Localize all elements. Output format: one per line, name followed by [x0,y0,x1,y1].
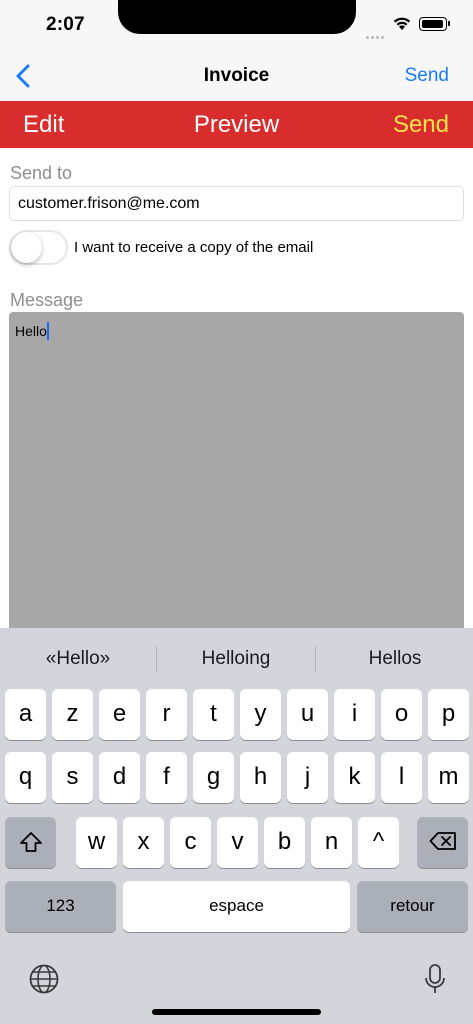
key-x[interactable]: x [123,817,164,868]
space-key[interactable]: espace [123,881,350,932]
key-h[interactable]: h [240,752,281,803]
key-caret[interactable]: ^ [358,817,399,868]
key-o[interactable]: o [381,689,422,740]
key-f[interactable]: f [146,752,187,803]
key-i[interactable]: i [334,689,375,740]
key-n[interactable]: n [311,817,352,868]
copy-email-toggle[interactable] [9,230,68,265]
cellular-signal-icon [366,26,386,44]
return-key[interactable]: retour [357,881,468,932]
page-title: Invoice [203,65,270,86]
key-y[interactable]: y [240,689,281,740]
suggestion-3[interactable]: Hellos [320,648,470,670]
message-textarea[interactable]: Hello [9,312,464,632]
key-w[interactable]: w [76,817,117,868]
key-q[interactable]: q [5,752,46,803]
key-r[interactable]: r [146,689,187,740]
suggestion-divider [315,646,316,672]
key-b[interactable]: b [264,817,305,868]
wifi-icon [393,17,411,30]
key-v[interactable]: v [217,817,258,868]
key-c[interactable]: c [170,817,211,868]
email-form: Send to customer.frison@me.com I want to… [0,148,473,632]
key-t[interactable]: t [193,689,234,740]
email-field[interactable]: customer.frison@me.com [9,186,464,221]
message-label: Message [10,290,84,310]
tab-send[interactable]: Send [393,111,449,139]
status-time: 2:07 [46,14,85,35]
status-bar: 2:07 [0,0,473,50]
home-indicator [152,1009,321,1015]
suggestion-bar: «Hello» Helloing Hellos [0,628,473,689]
key-p[interactable]: p [428,689,469,740]
mode-tab-strip: Edit Preview Send [0,101,473,148]
key-g[interactable]: g [193,752,234,803]
key-z[interactable]: z [52,689,93,740]
key-a[interactable]: a [5,689,46,740]
shift-icon [19,832,42,852]
globe-icon[interactable] [28,963,60,995]
text-cursor [46,322,49,340]
numbers-key[interactable]: 123 [5,881,116,932]
navigation-bar: Invoice Send [0,50,473,101]
key-s[interactable]: s [52,752,93,803]
delete-key[interactable] [417,817,468,868]
key-m[interactable]: m [428,752,469,803]
key-u[interactable]: u [287,689,328,740]
message-text: Hello [15,323,47,339]
key-j[interactable]: j [287,752,328,803]
key-e[interactable]: e [99,689,140,740]
send-to-label: Send to [10,163,73,183]
key-k[interactable]: k [334,752,375,803]
shift-key[interactable] [5,817,56,868]
notch [118,0,356,34]
keyboard: «Hello» Helloing Hellos a z e r t y u i … [0,628,473,1024]
key-l[interactable]: l [381,752,422,803]
copy-email-toggle-label: I want to receive a copy of the email [74,239,314,256]
nav-send-button[interactable]: Send [405,65,449,87]
delete-backward-icon [429,832,456,850]
screen: 2:07 Invoice Send Edit Preview Send Send… [0,0,473,1024]
suggestion-divider [156,646,157,672]
toggle-knob [11,232,42,263]
suggestion-1[interactable]: «Hello» [3,648,153,670]
key-d[interactable]: d [99,752,140,803]
microphone-icon[interactable] [424,963,446,995]
battery-icon [419,17,450,31]
suggestion-2[interactable]: Helloing [161,648,311,670]
